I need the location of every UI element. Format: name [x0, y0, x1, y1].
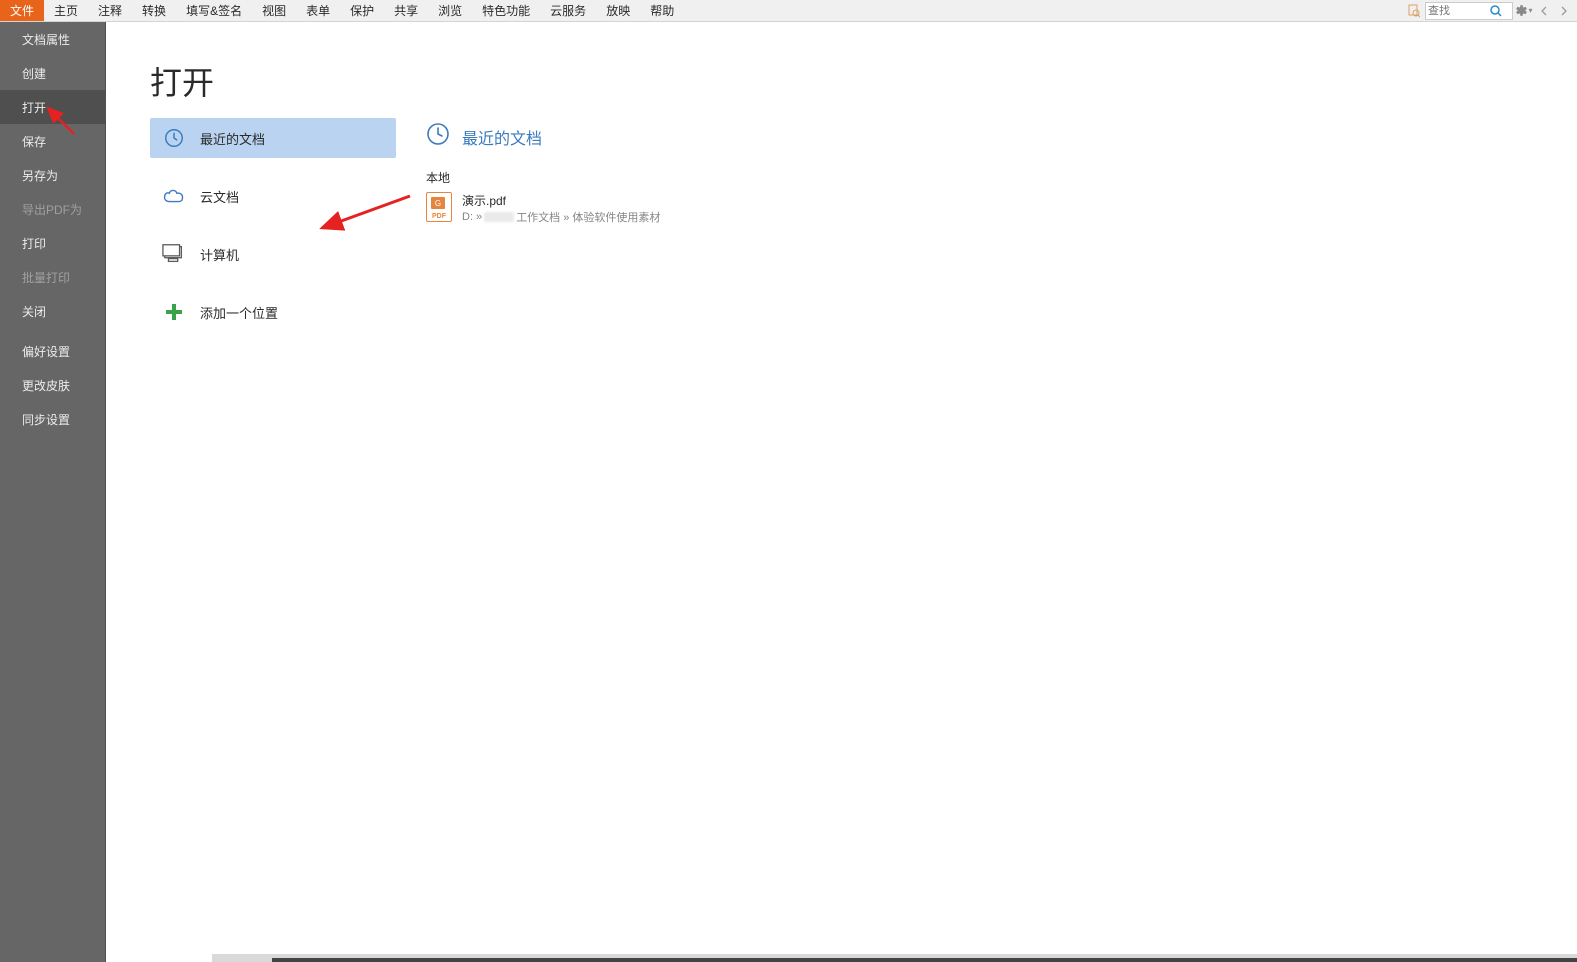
sidebar-item-print[interactable]: 打印 [0, 226, 105, 260]
source-computer-label: 计算机 [200, 245, 239, 264]
search-doc-icon[interactable] [1405, 2, 1423, 20]
menu-fill-sign[interactable]: 填写&签名 [176, 0, 252, 21]
menu-cloud[interactable]: 云服务 [540, 0, 596, 21]
sidebar-item-export[interactable]: 导出PDF为 [0, 192, 105, 226]
path-redacted [484, 212, 514, 222]
file-path: D: » 工作文档 » 体验软件使用素材 [462, 209, 660, 225]
clock-icon [426, 122, 450, 151]
plus-icon [162, 300, 186, 324]
clock-icon [162, 126, 186, 150]
menu-form[interactable]: 表单 [296, 0, 340, 21]
nav-next-icon[interactable] [1555, 2, 1573, 20]
menu-convert[interactable]: 转换 [132, 0, 176, 21]
gear-icon[interactable]: ▾ [1515, 2, 1533, 20]
file-name: 演示.pdf [462, 192, 660, 209]
menu-extras[interactable]: 特色功能 [472, 0, 540, 21]
source-cloud-label: 云文档 [200, 187, 239, 206]
sidebar-item-properties[interactable]: 文档属性 [0, 22, 105, 56]
search-box[interactable] [1425, 2, 1513, 20]
open-panel: 最近的文档 云文档 计算机 [150, 118, 1577, 332]
nav-prev-icon[interactable] [1535, 2, 1553, 20]
search-input[interactable] [1428, 5, 1488, 17]
sidebar-item-preferences[interactable]: 偏好设置 [0, 334, 105, 368]
menu-comment[interactable]: 注释 [88, 0, 132, 21]
recent-title: 最近的文档 [462, 125, 542, 149]
menu-present[interactable]: 放映 [596, 0, 640, 21]
menu-view[interactable]: 视图 [252, 0, 296, 21]
sidebar-item-close[interactable]: 关闭 [0, 294, 105, 328]
sidebar-item-saveas[interactable]: 另存为 [0, 158, 105, 192]
sidebar: 文档属性 创建 打开 保存 另存为 导出PDF为 打印 批量打印 关闭 偏好设置… [0, 22, 106, 962]
file-row[interactable]: G PDF 演示.pdf D: » 工作文档 » 体验软件使用素材 [426, 192, 1577, 233]
source-computer[interactable]: 计算机 [150, 234, 396, 274]
search-go-icon[interactable] [1488, 3, 1504, 19]
main-area: 文档属性 创建 打开 保存 另存为 导出PDF为 打印 批量打印 关闭 偏好设置… [0, 22, 1577, 962]
content: 打开 最近的文档 云文档 [106, 22, 1577, 962]
recent-col: 最近的文档 本地 G PDF 演示.pdf D: » 工作文档 » 体验软件使用… [426, 118, 1577, 332]
source-recent-label: 最近的文档 [200, 129, 265, 148]
menu-share[interactable]: 共享 [384, 0, 428, 21]
file-info: 演示.pdf D: » 工作文档 » 体验软件使用素材 [462, 192, 660, 225]
cloud-icon [162, 184, 186, 208]
bottom-bar [212, 954, 1577, 962]
sidebar-item-create[interactable]: 创建 [0, 56, 105, 90]
menu-file[interactable]: 文件 [0, 0, 44, 21]
recent-header: 最近的文档 [426, 122, 1577, 151]
computer-icon [162, 242, 186, 266]
menubar: 文件 主页 注释 转换 填写&签名 视图 表单 保护 共享 浏览 特色功能 云服… [0, 0, 1577, 22]
menu-browse[interactable]: 浏览 [428, 0, 472, 21]
page-title: 打开 [150, 58, 1577, 104]
source-add-label: 添加一个位置 [200, 303, 278, 322]
sidebar-item-sync[interactable]: 同步设置 [0, 402, 105, 436]
sources-col: 最近的文档 云文档 计算机 [150, 118, 396, 332]
sidebar-item-batchprint[interactable]: 批量打印 [0, 260, 105, 294]
menu-help[interactable]: 帮助 [640, 0, 684, 21]
menu-home[interactable]: 主页 [44, 0, 88, 21]
section-local-label: 本地 [426, 169, 1577, 186]
source-add-location[interactable]: 添加一个位置 [150, 292, 396, 332]
menubar-right: ▾ [1405, 0, 1577, 21]
sidebar-item-open[interactable]: 打开 [0, 90, 105, 124]
source-cloud[interactable]: 云文档 [150, 176, 396, 216]
pdf-file-icon: G PDF [426, 192, 452, 222]
source-recent[interactable]: 最近的文档 [150, 118, 396, 158]
menu-protect[interactable]: 保护 [340, 0, 384, 21]
sidebar-item-skin[interactable]: 更改皮肤 [0, 368, 105, 402]
sidebar-item-save[interactable]: 保存 [0, 124, 105, 158]
